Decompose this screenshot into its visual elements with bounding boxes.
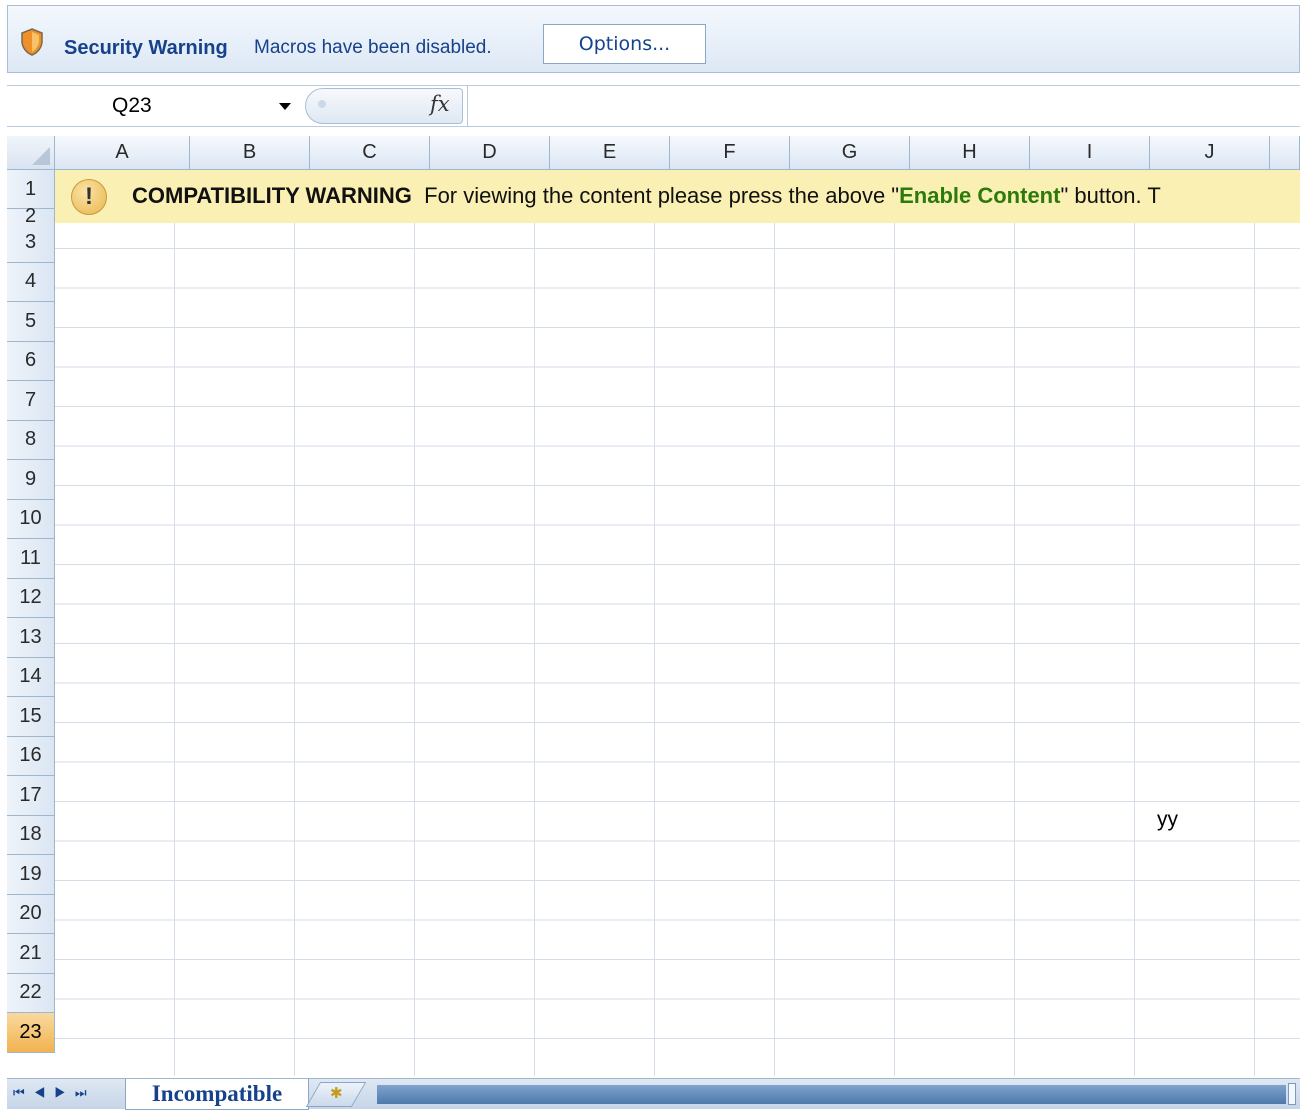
- column-header-partial[interactable]: [1270, 136, 1300, 170]
- select-all-button[interactable]: [7, 136, 55, 170]
- insert-function-icon[interactable]: fx: [430, 92, 450, 116]
- row-header-19[interactable]: 19: [7, 855, 55, 895]
- row-header-5[interactable]: 5: [7, 302, 55, 342]
- compatibility-warning-banner: ! COMPATIBILITY WARNING For viewing the …: [55, 170, 1300, 223]
- security-warning-message: Macros have been disabled.: [254, 37, 492, 58]
- chevron-down-icon[interactable]: [279, 103, 291, 110]
- spreadsheet-grid: ABCDEFGHIJ 1 2 3 4 5 6 7 8 9 10 11 12 13 14 15 16 17 18 19…: [7, 136, 1300, 1076]
- horizontal-scrollbar[interactable]: [377, 1085, 1286, 1104]
- row-header-9[interactable]: 9: [7, 460, 55, 500]
- shield-icon: [21, 28, 43, 56]
- formula-bar: Q23 fx: [7, 85, 1300, 127]
- row-header-6[interactable]: 6: [7, 341, 55, 381]
- row-header-8[interactable]: 8: [7, 420, 55, 460]
- first-sheet-icon[interactable]: ⏮: [13, 1085, 34, 1100]
- column-header-C[interactable]: C: [310, 136, 430, 170]
- next-sheet-icon[interactable]: ▶: [54, 1085, 75, 1100]
- row-header-13[interactable]: 13: [7, 618, 55, 658]
- banner-text: COMPATIBILITY WARNING For viewing the co…: [132, 183, 1161, 209]
- column-header-D[interactable]: D: [430, 136, 550, 170]
- sheet-navigation: ⏮◀▶⏭: [13, 1085, 96, 1101]
- banner-text-after: " button. T: [1060, 183, 1161, 208]
- warning-icon: !: [71, 179, 107, 215]
- row-header-10[interactable]: 10: [7, 499, 55, 539]
- row-header-3[interactable]: 3: [7, 223, 55, 263]
- row-header-4[interactable]: 4: [7, 262, 55, 302]
- column-header-E[interactable]: E: [550, 136, 670, 170]
- insert-sheet-icon: ✱: [329, 1085, 343, 1102]
- column-header-A[interactable]: A: [55, 136, 190, 170]
- column-header-F[interactable]: F: [670, 136, 790, 170]
- scrollbar-splitter[interactable]: [1288, 1083, 1296, 1105]
- name-box[interactable]: Q23: [7, 86, 305, 126]
- row-header-22[interactable]: 22: [7, 973, 55, 1013]
- column-header-B[interactable]: B: [190, 136, 310, 170]
- column-header-J[interactable]: J: [1150, 136, 1270, 170]
- select-all-icon: [32, 147, 50, 165]
- row-header-23[interactable]: 23: [7, 1013, 55, 1053]
- sheet-tab-bar: ⏮◀▶⏭ Incompatible ✱: [7, 1078, 1300, 1110]
- security-warning-bar: Security Warning Macros have been disabl…: [7, 5, 1300, 73]
- row-header-20[interactable]: 20: [7, 894, 55, 934]
- prev-sheet-icon[interactable]: ◀: [34, 1085, 55, 1100]
- expand-handle-icon[interactable]: [318, 100, 326, 108]
- name-box-value: Q23: [112, 94, 152, 117]
- row-header-15[interactable]: 15: [7, 697, 55, 737]
- options-button[interactable]: Options...: [543, 24, 706, 64]
- row-header-21[interactable]: 21: [7, 934, 55, 974]
- column-header-I[interactable]: I: [1030, 136, 1150, 170]
- row-header-12[interactable]: 12: [7, 578, 55, 618]
- row-header-7[interactable]: 7: [7, 381, 55, 421]
- last-sheet-icon[interactable]: ⏭: [75, 1085, 96, 1100]
- row-header-17[interactable]: 17: [7, 776, 55, 816]
- column-header-G[interactable]: G: [790, 136, 910, 170]
- row-header-1[interactable]: 1: [7, 170, 55, 209]
- column-header-H[interactable]: H: [910, 136, 1030, 170]
- row-header-11[interactable]: 11: [7, 539, 55, 579]
- insert-sheet-button[interactable]: ✱: [305, 1082, 367, 1107]
- cell-J17[interactable]: yy: [1157, 808, 1178, 832]
- security-warning-title: Security Warning: [64, 37, 228, 59]
- formula-bar-controls: fx: [305, 88, 463, 124]
- sheet-tab-incompatible[interactable]: Incompatible: [125, 1079, 309, 1110]
- banner-text-before: For viewing the content please press the…: [424, 183, 900, 208]
- banner-highlight: Enable Content: [899, 183, 1061, 208]
- row-header-18[interactable]: 18: [7, 815, 55, 855]
- banner-heading: COMPATIBILITY WARNING: [132, 183, 412, 208]
- cell-area[interactable]: [55, 170, 1300, 1076]
- row-header-14[interactable]: 14: [7, 657, 55, 697]
- row-header-16[interactable]: 16: [7, 736, 55, 776]
- formula-input[interactable]: [467, 86, 1300, 126]
